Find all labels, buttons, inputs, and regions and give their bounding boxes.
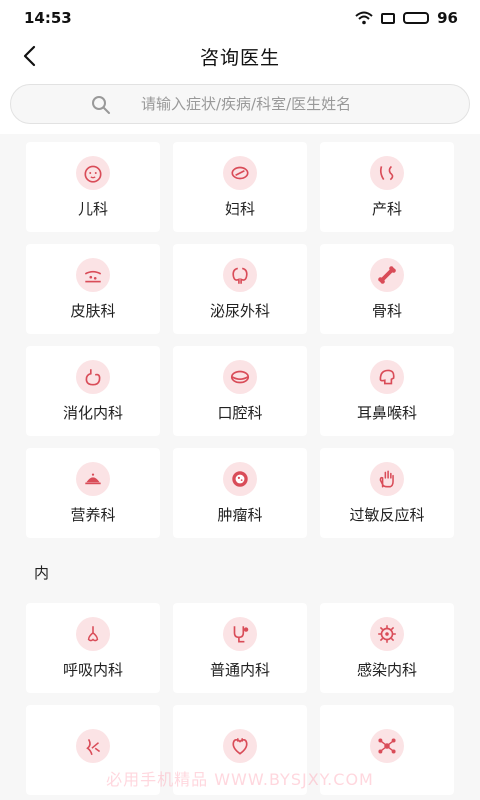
department-label: 口腔科 — [217, 403, 263, 422]
department-card[interactable]: 儿科 — [26, 142, 160, 232]
watermark: 必用手机精品 WWW.BYSJXY.COM — [106, 770, 374, 789]
department-card[interactable]: 产科 — [320, 142, 454, 232]
department-label: 妇科 — [224, 199, 255, 218]
nose-icon — [76, 616, 110, 651]
battery-icon — [403, 12, 430, 24]
chevron-left-icon — [23, 45, 36, 67]
department-card[interactable]: 普通内科 — [173, 603, 307, 693]
sim-icon — [381, 12, 396, 24]
search-input[interactable] — [89, 85, 469, 123]
header: 咨询医生 — [0, 36, 480, 76]
stethoscope-icon — [223, 616, 257, 651]
department-label: 泌尿外科 — [209, 301, 270, 320]
bone-icon — [370, 257, 404, 292]
search-box[interactable] — [10, 84, 470, 124]
department-label: 消化内科 — [62, 403, 123, 422]
battery-level: 96 — [437, 9, 458, 27]
department-card[interactable]: 肿瘤科 — [173, 448, 307, 538]
department-card[interactable]: 妇科 — [173, 142, 307, 232]
dish-icon — [76, 461, 110, 496]
department-label: 呼吸内科 — [62, 660, 123, 679]
department-label: 普通内科 — [209, 660, 270, 679]
stomach-icon — [76, 359, 110, 394]
department-label: 耳鼻喉科 — [356, 403, 417, 422]
wifi-icon — [355, 11, 373, 25]
department-label: 过敏反应科 — [349, 505, 425, 524]
status-icons: 96 — [355, 9, 458, 27]
mouth-icon — [223, 359, 257, 394]
department-label: 肿瘤科 — [217, 505, 263, 524]
department-grid: 儿科 妇科 产科皮肤科 泌尿外科 骨科消化内科 口腔科 耳鼻喉科营养科 肿瘤科 过敏反应科 — [26, 142, 454, 538]
section-title: 内 — [34, 564, 50, 582]
department-label: 皮肤科 — [70, 301, 116, 320]
department-label: 产科 — [371, 199, 402, 218]
status-bar: 14:53 96 — [0, 0, 480, 36]
department-label: 儿科 — [77, 199, 108, 218]
virus-icon — [370, 616, 404, 651]
department-label: 感染内科 — [356, 660, 417, 679]
baby-face-icon — [76, 155, 110, 190]
female-icon — [223, 155, 257, 190]
pregnancy-icon — [370, 155, 404, 190]
department-label: 营养科 — [70, 505, 116, 524]
search-bar — [0, 76, 480, 134]
tumor-icon — [223, 461, 257, 496]
heart-icon — [223, 729, 257, 763]
department-card[interactable]: 营养科 — [26, 448, 160, 538]
back-button[interactable] — [14, 40, 46, 72]
head-icon — [370, 359, 404, 394]
main-content: 儿科 妇科 产科 皮肤科 泌尿外科 骨科 消化内科 口腔科 耳鼻喉科 营养科 肿瘤科 过敏反应科 内 … — [0, 142, 480, 795]
department-card[interactable]: 感染内科 — [320, 603, 454, 693]
department-label: 骨科 — [371, 301, 402, 320]
search-icon — [92, 96, 110, 114]
nerve-icon — [76, 729, 110, 763]
hand-icon — [370, 461, 404, 496]
molecule-icon — [370, 729, 404, 763]
department-card[interactable]: 过敏反应科 — [320, 448, 454, 538]
department-card[interactable]: 皮肤科 — [26, 244, 160, 334]
status-time: 14:53 — [24, 9, 72, 27]
department-card[interactable]: 呼吸内科 — [26, 603, 160, 693]
skin-icon — [76, 257, 110, 292]
department-card[interactable]: 骨科 — [320, 244, 454, 334]
page-title: 咨询医生 — [199, 46, 280, 69]
department-card[interactable]: 耳鼻喉科 — [320, 346, 454, 436]
department-card[interactable]: 口腔科 — [173, 346, 307, 436]
department-card[interactable]: 消化内科 — [26, 346, 160, 436]
department-card[interactable]: 泌尿外科 — [173, 244, 307, 334]
kidney-icon — [223, 257, 257, 292]
